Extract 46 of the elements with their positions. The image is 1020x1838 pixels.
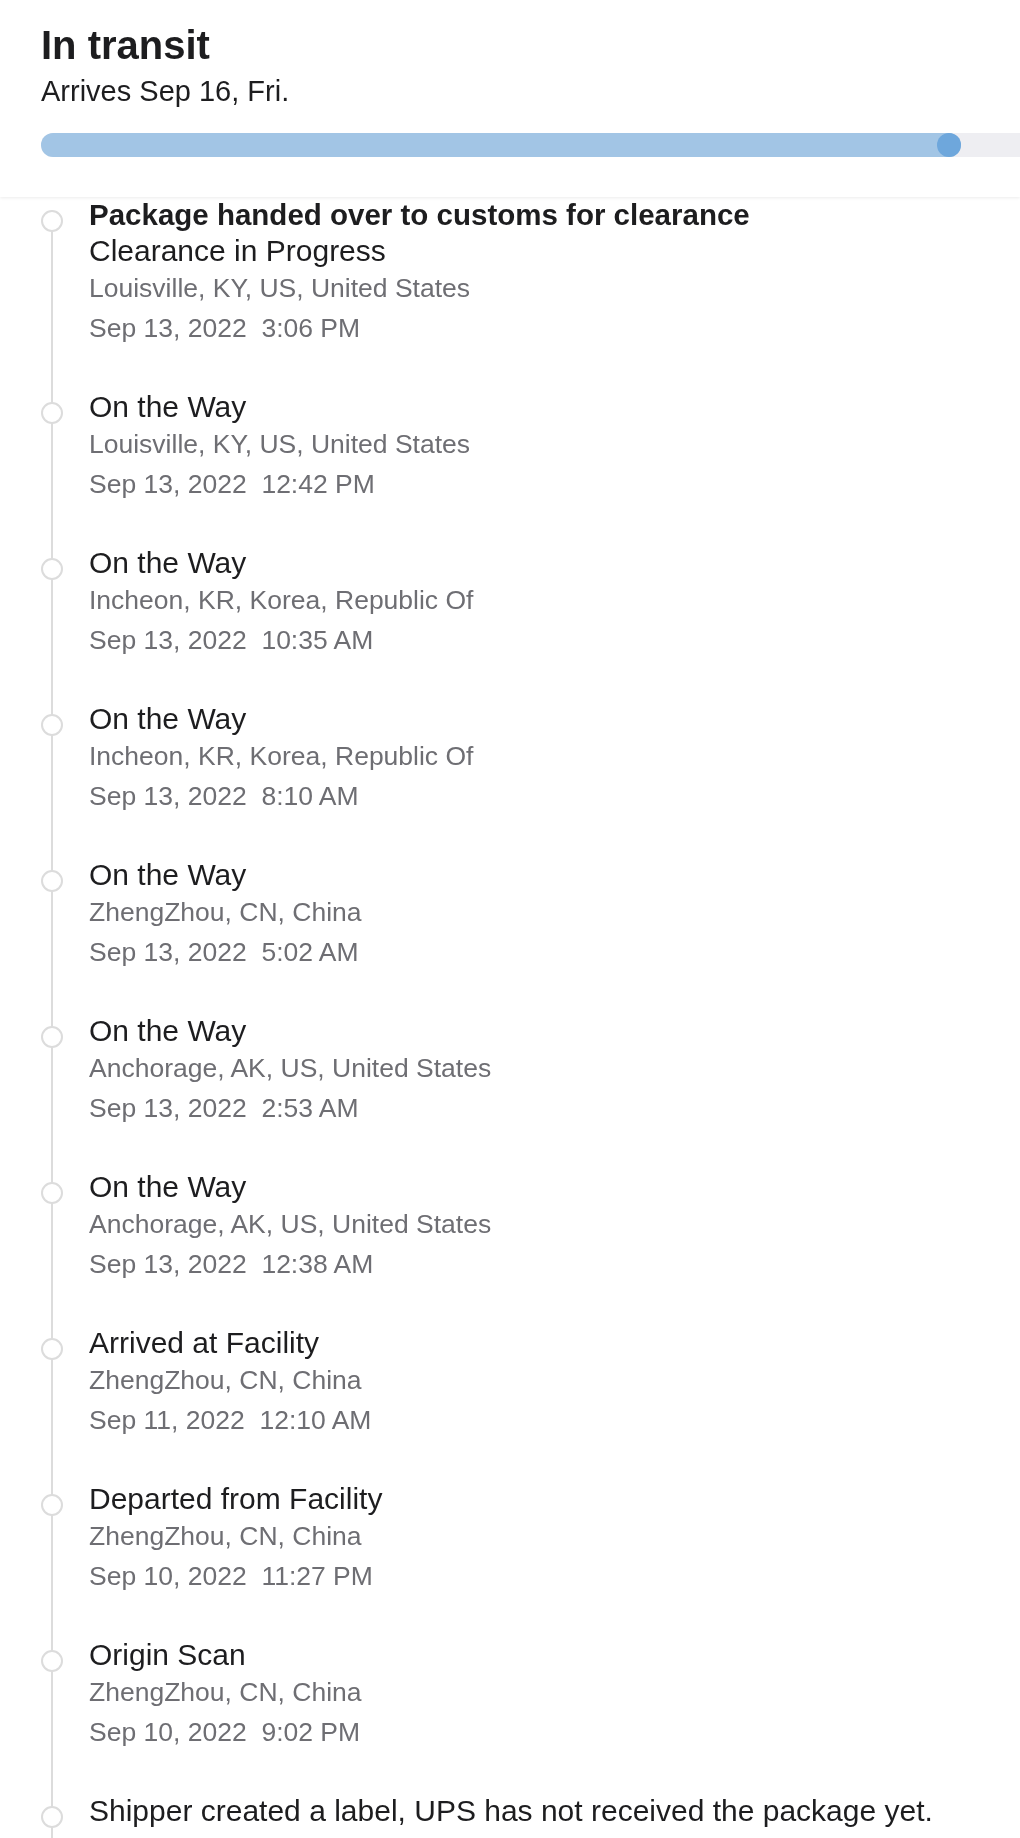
event-title: On the Way [89, 1013, 247, 1049]
event-title: On the Way [89, 1169, 247, 1205]
event-detail: Clearance in Progress [89, 233, 386, 269]
event-time: Sep 13, 2022 10:35 AM [89, 624, 374, 657]
event-location: Louisville, KY, US, United States [89, 428, 470, 461]
timeline-dot-icon [41, 1026, 63, 1048]
timeline-dot-icon [41, 870, 63, 892]
event-location: ZhengZhou, CN, China [89, 1520, 362, 1553]
event-location: Anchorage, AK, US, United States [89, 1052, 492, 1085]
timeline-dot-icon [41, 1806, 63, 1828]
event-location: Louisville, KY, US, United States [89, 272, 470, 305]
timeline-dot-icon [41, 402, 63, 424]
event-title: On the Way [89, 545, 247, 581]
event-time: Sep 13, 2022 8:10 AM [89, 780, 359, 813]
timeline-dot-icon [41, 1338, 63, 1360]
timeline-dot-icon [41, 1182, 63, 1204]
event-title: On the Way [89, 389, 247, 425]
event-location: Incheon, KR, Korea, Republic Of [89, 584, 474, 617]
event-location: Incheon, KR, Korea, Republic Of [89, 740, 474, 773]
event-time: Sep 13, 2022 2:53 AM [89, 1092, 359, 1125]
timeline-dot-icon [41, 714, 63, 736]
timeline-dot-icon [41, 1650, 63, 1672]
event-title: Shipper created a label, UPS has not received the package yet. [89, 1793, 933, 1829]
event-title: Package handed over to customs for clearance [89, 197, 750, 233]
event-location: Anchorage, AK, US, United States [89, 1208, 492, 1241]
event-title: Departed from Facility [89, 1481, 383, 1517]
timeline-dot-icon [41, 558, 63, 580]
event-title: On the Way [89, 701, 247, 737]
status-title: In transit [41, 22, 210, 69]
event-time: Sep 10, 2022 11:27 PM [89, 1560, 373, 1593]
event-location: ZhengZhou, CN, China [89, 1676, 362, 1709]
event-time: Sep 13, 2022 3:06 PM [89, 312, 361, 345]
event-title: Origin Scan [89, 1637, 246, 1673]
timeline-dot-icon [41, 210, 63, 232]
timeline-dot-icon [41, 1494, 63, 1516]
event-location: ZhengZhou, CN, China [89, 1364, 362, 1397]
event-title: On the Way [89, 857, 247, 893]
event-time: Sep 11, 2022 12:10 AM [89, 1404, 372, 1437]
event-time: Sep 13, 2022 5:02 AM [89, 936, 359, 969]
event-location: ZhengZhou, CN, China [89, 896, 362, 929]
event-time: Sep 10, 2022 9:02 PM [89, 1716, 361, 1749]
progress-thumb [937, 133, 962, 157]
arrival-text: Arrives Sep 16, Fri. [41, 74, 290, 109]
event-time: Sep 13, 2022 12:38 AM [89, 1248, 374, 1281]
event-title: Arrived at Facility [89, 1325, 320, 1361]
event-time: Sep 13, 2022 12:42 PM [89, 468, 375, 501]
